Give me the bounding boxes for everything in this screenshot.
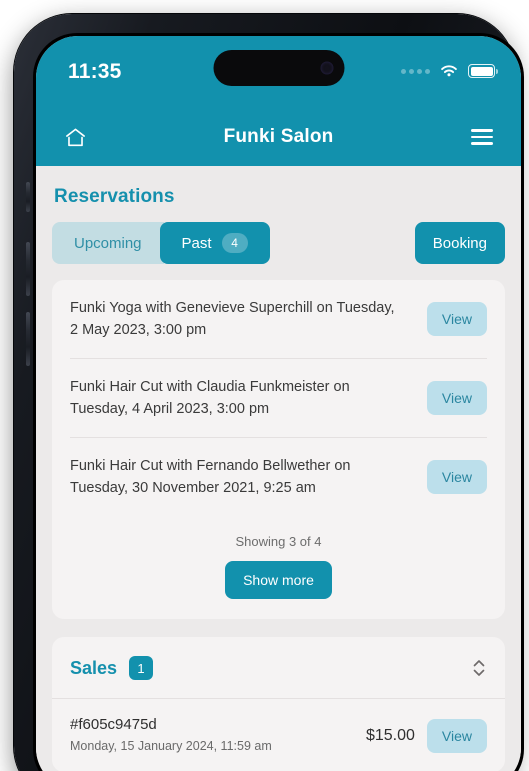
signal-dots-icon bbox=[401, 68, 430, 74]
view-button[interactable]: View bbox=[426, 302, 487, 336]
wifi-icon bbox=[441, 65, 457, 77]
reservation-text: Funki Hair Cut with Claudia Funkmeister … bbox=[70, 379, 350, 417]
tab-upcoming[interactable]: Upcoming bbox=[52, 222, 164, 264]
tab-past[interactable]: Past 4 bbox=[159, 222, 270, 264]
reservations-tabs: Upcoming Past 4 bbox=[52, 222, 270, 264]
table-row: #f605c9475d Monday, 15 January 2024, 11:… bbox=[52, 699, 505, 771]
page-title: Funki Salon bbox=[223, 126, 334, 147]
sales-header[interactable]: Sales 1 bbox=[52, 637, 505, 699]
booking-button[interactable]: Booking bbox=[414, 222, 505, 264]
show-more-container: Show more bbox=[52, 549, 505, 619]
hamburger-menu-icon[interactable] bbox=[467, 122, 497, 152]
front-camera-icon bbox=[320, 61, 333, 75]
app-header: Funki Salon bbox=[36, 108, 521, 166]
sale-actions: $15.00 View bbox=[365, 718, 487, 753]
view-button[interactable]: View bbox=[426, 381, 487, 415]
view-button[interactable]: View bbox=[426, 460, 487, 494]
sale-price: $15.00 bbox=[365, 726, 415, 744]
screenshot-stage: 11:35 Funki Salon Reservations Upcoming … bbox=[0, 0, 529, 771]
reservation-text: Funki Yoga with Genevieve Superchill on … bbox=[70, 300, 395, 338]
reservations-heading: Reservations bbox=[54, 186, 175, 207]
sale-order-id: #f605c9475d bbox=[70, 716, 157, 733]
phone-screen: 11:35 Funki Salon Reservations Upcoming … bbox=[36, 36, 521, 771]
list-item: Funki Yoga with Genevieve Superchill on … bbox=[70, 280, 487, 359]
home-icon[interactable] bbox=[60, 122, 90, 152]
main-content: Reservations Upcoming Past 4 Booking Fun… bbox=[36, 166, 521, 771]
sale-info: #f605c9475d Monday, 15 January 2024, 11:… bbox=[70, 715, 272, 756]
sales-card: Sales 1 #f605c9475d Monday, 15 January 2… bbox=[52, 637, 505, 771]
sales-count-badge: 1 bbox=[129, 656, 154, 680]
tab-upcoming-label: Upcoming bbox=[74, 234, 142, 252]
tab-past-badge: 4 bbox=[221, 233, 248, 253]
dynamic-island bbox=[213, 50, 344, 86]
volume-up-button[interactable] bbox=[26, 242, 30, 296]
sales-heading: Sales bbox=[70, 657, 118, 678]
reservation-text: Funki Hair Cut with Fernando Bellwether … bbox=[70, 458, 351, 496]
sales-header-left: Sales 1 bbox=[70, 656, 154, 680]
view-button[interactable]: View bbox=[426, 718, 487, 753]
reservations-list: Funki Yoga with Genevieve Superchill on … bbox=[52, 280, 505, 516]
phone-frame: 11:35 Funki Salon Reservations Upcoming … bbox=[14, 14, 524, 771]
status-bar: 11:35 bbox=[36, 36, 521, 108]
reservations-card: Funki Yoga with Genevieve Superchill on … bbox=[52, 280, 505, 619]
list-item: Funki Hair Cut with Claudia Funkmeister … bbox=[70, 359, 487, 438]
reservations-toolbar: Upcoming Past 4 Booking bbox=[52, 222, 505, 264]
mute-switch-button[interactable] bbox=[26, 182, 30, 212]
list-item: Funki Hair Cut with Fernando Bellwether … bbox=[70, 438, 487, 516]
tab-past-label: Past bbox=[181, 234, 212, 252]
status-bar-indicators bbox=[401, 60, 498, 79]
show-more-button[interactable]: Show more bbox=[225, 561, 332, 599]
battery-icon bbox=[468, 64, 498, 78]
sale-date: Monday, 15 January 2024, 11:59 am bbox=[70, 739, 272, 753]
chevron-up-down-icon[interactable] bbox=[471, 655, 487, 681]
showing-count-label: Showing 3 of 4 bbox=[235, 534, 322, 549]
status-bar-clock: 11:35 bbox=[68, 60, 122, 83]
volume-down-button[interactable] bbox=[26, 312, 30, 366]
